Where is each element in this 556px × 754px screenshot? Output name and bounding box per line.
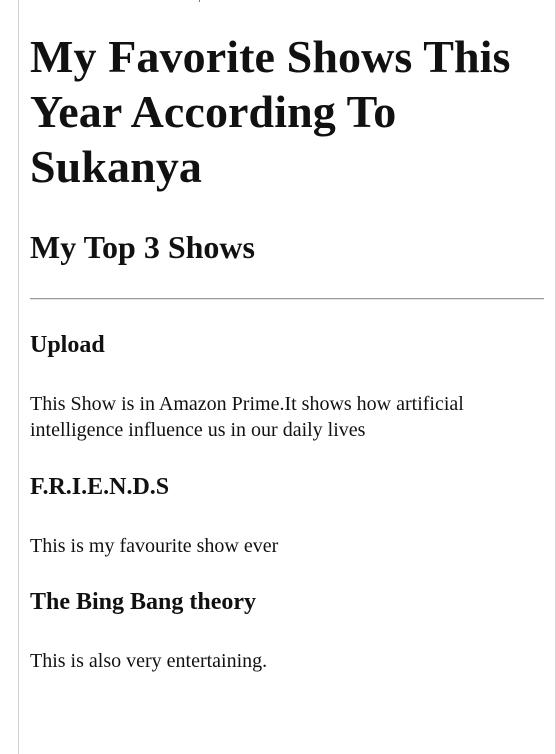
show-item-upload: Upload This Show is in Amazon Prime.It s… xyxy=(30,330,550,443)
show-description: This Show is in Amazon Prime.It shows ho… xyxy=(30,393,464,441)
show-title: The Bing Bang theory xyxy=(30,589,257,615)
show-title: Upload xyxy=(30,332,105,358)
page-left-border xyxy=(18,0,19,754)
show-description: This is my favourite show ever xyxy=(30,535,279,557)
show-title: F.R.I.E.N.D.S xyxy=(30,474,170,500)
show-item-big-bang-theory: The Bing Bang theory This is also very e… xyxy=(30,587,550,674)
page-title: My Favorite Shows This Year According To… xyxy=(30,31,511,192)
section-divider xyxy=(30,298,544,300)
show-item-friends: F.R.I.E.N.D.S This is my favourite show … xyxy=(30,472,550,559)
show-description: This is also very entertaining. xyxy=(30,650,268,672)
top-cut-mark xyxy=(199,0,200,2)
section-heading: My Top 3 Shows xyxy=(30,229,255,265)
